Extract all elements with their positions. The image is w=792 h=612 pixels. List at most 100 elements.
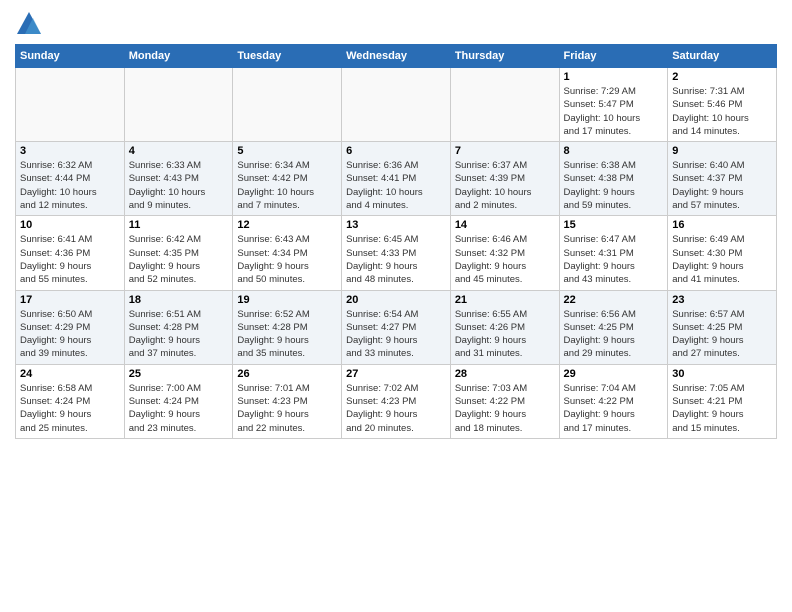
weekday-header-row: SundayMondayTuesdayWednesdayThursdayFrid… <box>16 45 777 68</box>
day-number: 4 <box>129 145 229 157</box>
day-number: 28 <box>455 368 555 380</box>
calendar-cell: 13Sunrise: 6:45 AM Sunset: 4:33 PM Dayli… <box>342 216 451 290</box>
day-number: 18 <box>129 294 229 306</box>
day-info: Sunrise: 6:45 AM Sunset: 4:33 PM Dayligh… <box>346 233 446 286</box>
page-container: SundayMondayTuesdayWednesdayThursdayFrid… <box>0 0 792 449</box>
calendar-cell: 12 Sunrise: 6:43 AM Sunset: 4:34 PM Dayli… <box>233 216 342 290</box>
calendar-cell: 11 Sunrise: 6:42 AM Sunset: 4:35 PM Dayli… <box>124 216 233 290</box>
calendar-cell: 28 Sunrise: 7:03 AM Sunset: 4:22 PM Dayli… <box>450 364 559 438</box>
calendar-cell: 7 Sunrise: 6:37 AM Sunset: 4:39 PM Daylig… <box>450 142 559 216</box>
day-number: 6 <box>346 145 446 157</box>
day-number: 26 <box>237 368 337 380</box>
day-info: Sunrise: 6:36 AM Sunset: 4:41 PM Dayligh… <box>346 159 446 212</box>
weekday-header-tuesday: Tuesday <box>233 45 342 68</box>
day-info: Sunrise: 6:50 AM Sunset: 4:29 PM Dayligh… <box>20 308 120 361</box>
day-info: Sunrise: 6:54 AM Sunset: 4:27 PM Dayligh… <box>346 308 446 361</box>
day-info: Sunrise: 6:56 AM Sunset: 4:25 PM Dayligh… <box>564 308 664 361</box>
day-number: 19 <box>237 294 337 306</box>
weekday-header-thursday: Thursday <box>450 45 559 68</box>
weekday-header-saturday: Saturday <box>668 45 777 68</box>
day-number: 16 <box>672 219 772 231</box>
day-info: Sunrise: 6:46 AM Sunset: 4:32 PM Dayligh… <box>455 233 555 286</box>
day-info: Sunrise: 6:47 AM Sunset: 4:31 PM Dayligh… <box>564 233 664 286</box>
weekday-header-wednesday: Wednesday <box>342 45 451 68</box>
day-number: 25 <box>129 368 229 380</box>
day-number: 29 <box>564 368 664 380</box>
calendar-cell <box>342 68 451 142</box>
calendar-cell: 20 Sunrise: 6:54 AM Sunset: 4:27 PM Dayli… <box>342 290 451 364</box>
day-number: 24 <box>20 368 120 380</box>
day-info: Sunrise: 6:43 AM Sunset: 4:34 PM Dayligh… <box>237 233 337 286</box>
day-info: Sunrise: 6:51 AM Sunset: 4:28 PM Dayligh… <box>129 308 229 361</box>
calendar-cell: 8 Sunrise: 6:38 AM Sunset: 4:38 PM Daylig… <box>559 142 668 216</box>
day-number: 15 <box>564 219 664 231</box>
day-number: 3 <box>20 145 120 157</box>
calendar-cell: 10Sunrise: 6:41 AM Sunset: 4:36 PM Dayli… <box>16 216 125 290</box>
day-info: Sunrise: 6:38 AM Sunset: 4:38 PM Dayligh… <box>564 159 664 212</box>
calendar-cell: 25 Sunrise: 7:00 AM Sunset: 4:24 PM Dayli… <box>124 364 233 438</box>
calendar-cell: 16 Sunrise: 6:49 AM Sunset: 4:30 PM Dayli… <box>668 216 777 290</box>
day-info: Sunrise: 6:55 AM Sunset: 4:26 PM Dayligh… <box>455 308 555 361</box>
calendar-header: SundayMondayTuesdayWednesdayThursdayFrid… <box>16 45 777 68</box>
day-number: 8 <box>564 145 664 157</box>
calendar-cell: 1Sunrise: 7:29 AM Sunset: 5:47 PM Daylig… <box>559 68 668 142</box>
day-number: 20 <box>346 294 446 306</box>
calendar-cell: 23 Sunrise: 6:57 AM Sunset: 4:25 PM Dayli… <box>668 290 777 364</box>
day-number: 7 <box>455 145 555 157</box>
day-number: 23 <box>672 294 772 306</box>
day-number: 11 <box>129 219 229 231</box>
day-info: Sunrise: 7:29 AM Sunset: 5:47 PM Dayligh… <box>564 85 664 138</box>
weekday-header-sunday: Sunday <box>16 45 125 68</box>
calendar-week-3: 10Sunrise: 6:41 AM Sunset: 4:36 PM Dayli… <box>16 216 777 290</box>
logo-icon <box>15 10 43 38</box>
day-info: Sunrise: 7:04 AM Sunset: 4:22 PM Dayligh… <box>564 382 664 435</box>
day-info: Sunrise: 6:33 AM Sunset: 4:43 PM Dayligh… <box>129 159 229 212</box>
calendar-cell: 9 Sunrise: 6:40 AM Sunset: 4:37 PM Daylig… <box>668 142 777 216</box>
day-info: Sunrise: 6:40 AM Sunset: 4:37 PM Dayligh… <box>672 159 772 212</box>
calendar-cell: 4 Sunrise: 6:33 AM Sunset: 4:43 PM Daylig… <box>124 142 233 216</box>
day-info: Sunrise: 7:01 AM Sunset: 4:23 PM Dayligh… <box>237 382 337 435</box>
calendar-week-4: 17 Sunrise: 6:50 AM Sunset: 4:29 PM Dayli… <box>16 290 777 364</box>
calendar-cell: 5 Sunrise: 6:34 AM Sunset: 4:42 PM Daylig… <box>233 142 342 216</box>
page-header <box>15 10 777 38</box>
calendar-table: SundayMondayTuesdayWednesdayThursdayFrid… <box>15 44 777 439</box>
calendar-week-1: 1Sunrise: 7:29 AM Sunset: 5:47 PM Daylig… <box>16 68 777 142</box>
calendar-cell: 14 Sunrise: 6:46 AM Sunset: 4:32 PM Dayli… <box>450 216 559 290</box>
day-number: 30 <box>672 368 772 380</box>
day-info: Sunrise: 7:31 AM Sunset: 5:46 PM Dayligh… <box>672 85 772 138</box>
day-info: Sunrise: 6:58 AM Sunset: 4:24 PM Dayligh… <box>20 382 120 435</box>
day-info: Sunrise: 7:05 AM Sunset: 4:21 PM Dayligh… <box>672 382 772 435</box>
weekday-header-monday: Monday <box>124 45 233 68</box>
calendar-cell <box>450 68 559 142</box>
calendar-cell: 29 Sunrise: 7:04 AM Sunset: 4:22 PM Dayli… <box>559 364 668 438</box>
calendar-cell <box>16 68 125 142</box>
calendar-cell: 15 Sunrise: 6:47 AM Sunset: 4:31 PM Dayli… <box>559 216 668 290</box>
day-info: Sunrise: 6:57 AM Sunset: 4:25 PM Dayligh… <box>672 308 772 361</box>
day-number: 21 <box>455 294 555 306</box>
calendar-cell: 24 Sunrise: 6:58 AM Sunset: 4:24 PM Dayli… <box>16 364 125 438</box>
day-number: 10 <box>20 219 120 231</box>
day-number: 5 <box>237 145 337 157</box>
day-number: 12 <box>237 219 337 231</box>
calendar-cell: 22Sunrise: 6:56 AM Sunset: 4:25 PM Dayli… <box>559 290 668 364</box>
calendar-cell: 17 Sunrise: 6:50 AM Sunset: 4:29 PM Dayli… <box>16 290 125 364</box>
day-number: 9 <box>672 145 772 157</box>
day-info: Sunrise: 6:49 AM Sunset: 4:30 PM Dayligh… <box>672 233 772 286</box>
day-info: Sunrise: 6:34 AM Sunset: 4:42 PM Dayligh… <box>237 159 337 212</box>
calendar-cell: 6 Sunrise: 6:36 AM Sunset: 4:41 PM Daylig… <box>342 142 451 216</box>
day-info: Sunrise: 7:03 AM Sunset: 4:22 PM Dayligh… <box>455 382 555 435</box>
day-info: Sunrise: 6:37 AM Sunset: 4:39 PM Dayligh… <box>455 159 555 212</box>
day-number: 14 <box>455 219 555 231</box>
calendar-cell: 19 Sunrise: 6:52 AM Sunset: 4:28 PM Dayli… <box>233 290 342 364</box>
day-number: 17 <box>20 294 120 306</box>
calendar-cell: 3Sunrise: 6:32 AM Sunset: 4:44 PM Daylig… <box>16 142 125 216</box>
calendar-cell: 26 Sunrise: 7:01 AM Sunset: 4:23 PM Dayli… <box>233 364 342 438</box>
day-info: Sunrise: 7:02 AM Sunset: 4:23 PM Dayligh… <box>346 382 446 435</box>
day-info: Sunrise: 6:42 AM Sunset: 4:35 PM Dayligh… <box>129 233 229 286</box>
day-info: Sunrise: 6:52 AM Sunset: 4:28 PM Dayligh… <box>237 308 337 361</box>
calendar-cell: 21 Sunrise: 6:55 AM Sunset: 4:26 PM Dayli… <box>450 290 559 364</box>
calendar-cell <box>124 68 233 142</box>
calendar-cell: 30 Sunrise: 7:05 AM Sunset: 4:21 PM Dayli… <box>668 364 777 438</box>
calendar-body: 1Sunrise: 7:29 AM Sunset: 5:47 PM Daylig… <box>16 68 777 439</box>
day-info: Sunrise: 7:00 AM Sunset: 4:24 PM Dayligh… <box>129 382 229 435</box>
